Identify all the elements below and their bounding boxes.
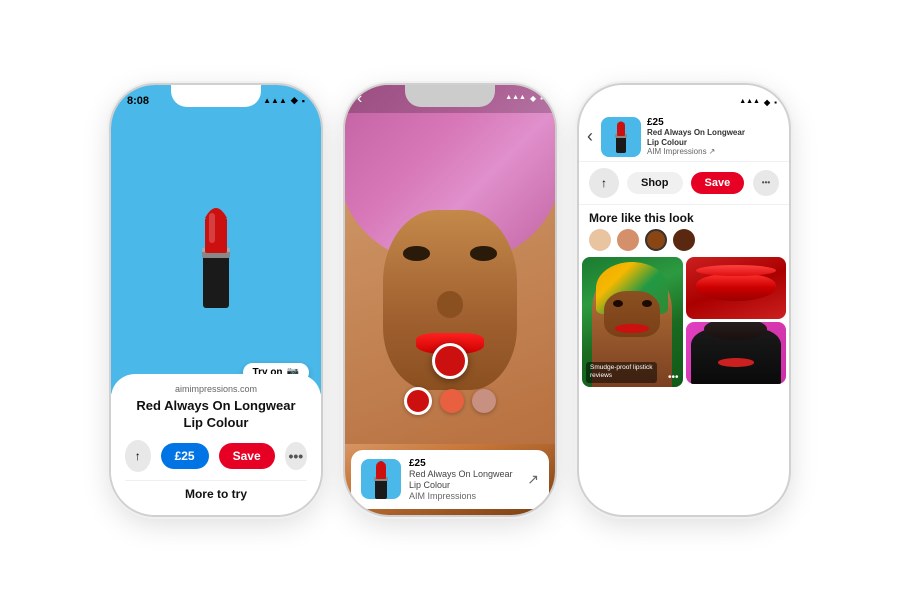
time-left: 8:08 [127,95,149,107]
swatch-brown[interactable] [645,229,667,251]
ar-product-thumb [361,459,401,499]
right-external-icon[interactable]: ↗ [709,147,716,156]
more-to-try[interactable]: More to try [125,480,307,509]
rec-column-right [686,257,787,515]
more-button-right[interactable]: ••• [753,170,779,196]
ar-photo-area: ‹ ▲▲▲ ◆ ▪ [345,85,555,515]
ar-back-button[interactable]: ‹ [357,90,362,108]
right-brand: AIM Impressions ↗ [647,147,781,156]
swatch-dark[interactable] [673,229,695,251]
ar-product-card: £25 Red Always On LongwearLip Colour AIM… [351,450,549,509]
price-button-left[interactable]: £25 [161,443,209,469]
back-button-right[interactable]: ‹ [587,126,595,147]
share-button-right[interactable]: ↑ [589,168,619,198]
right-product-info: £25 Red Always On LongwearLip Colour AIM… [647,117,781,156]
r-wifi-icon: ◆ [764,98,770,107]
shop-button-right[interactable]: Shop [627,172,683,194]
source-url: aimimpressions.com [125,384,307,394]
ar-external-link[interactable]: ↗ [527,471,539,488]
scene: 8:08 ▲▲▲ ◆ ▪ Tr [0,0,900,599]
rec-item-woman-pink[interactable] [686,322,787,384]
swatch-beige[interactable] [589,229,611,251]
color-swatches-row [579,227,789,257]
status-icons-left: ▲▲▲ ◆ ▪ [263,95,305,106]
phone-product-view: 8:08 ▲▲▲ ◆ ▪ Tr [111,85,321,515]
ar-product-info: £25 Red Always On LongwearLip Colour AIM… [409,458,519,501]
rec-item-lips[interactable] [686,257,787,319]
share-icon: ↑ [135,449,141,463]
swatch-peach[interactable] [617,229,639,251]
ar-battery-icon: ▪ [540,94,543,103]
more-button-left[interactable]: ••• [285,442,307,470]
signal-icon: ▲▲▲ [263,96,287,105]
ar-brand: AIM Impressions [409,491,519,501]
product-image-area: Try on 📷 [111,113,321,394]
battery-icon: ▪ [302,96,305,106]
more-like-this-title: More like this look [579,205,789,227]
save-button-left[interactable]: Save [219,443,275,469]
r-battery-icon: ▪ [774,98,777,107]
ar-signal-icon: ▲▲▲ [505,94,526,103]
ar-price: £25 [409,458,519,469]
color-circle-nude[interactable] [472,389,496,413]
phone-recommendations: ▲▲▲ ◆ ▪ ‹ £25 Red Always On LongwearLip … [579,85,789,515]
right-product-thumb [601,117,641,157]
product-info-card: aimimpressions.com Red Always On Longwea… [111,374,321,515]
right-product-title: Red Always On LongwearLip Colour [647,128,781,147]
notch-left [171,85,261,107]
save-button-right[interactable]: Save [691,172,745,194]
rec-dots-1[interactable]: ••• [668,372,679,383]
rec-item-woman-green[interactable]: Smudge-proof lipstickreviews ••• [582,257,683,387]
right-price: £25 [647,117,781,128]
ar-lipstick-icon [367,457,395,501]
ar-wifi-icon: ◆ [530,94,536,103]
product-title-left: Red Always On LongwearLip Colour [125,398,307,432]
notch-right [639,85,729,107]
color-circle-red[interactable] [404,387,432,415]
right-brand-text: AIM Impressions [647,147,707,156]
color-circle-coral[interactable] [440,389,464,413]
recommendations-grid: Smudge-proof lipstickreviews ••• [579,257,789,515]
phone-ar-tryon: ‹ ▲▲▲ ◆ ▪ [345,85,555,515]
r-signal-icon: ▲▲▲ [739,98,760,107]
right-lipstick-thumb [610,119,632,155]
action-row-left: ↑ £25 Save ••• [125,440,307,472]
rec-label-1: Smudge-proof lipstickreviews [586,362,657,383]
lipstick-image [181,193,251,313]
ar-product-title: Red Always On LongwearLip Colour [409,469,519,491]
wifi-icon: ◆ [291,95,298,106]
share-button-left[interactable]: ↑ [125,440,151,472]
